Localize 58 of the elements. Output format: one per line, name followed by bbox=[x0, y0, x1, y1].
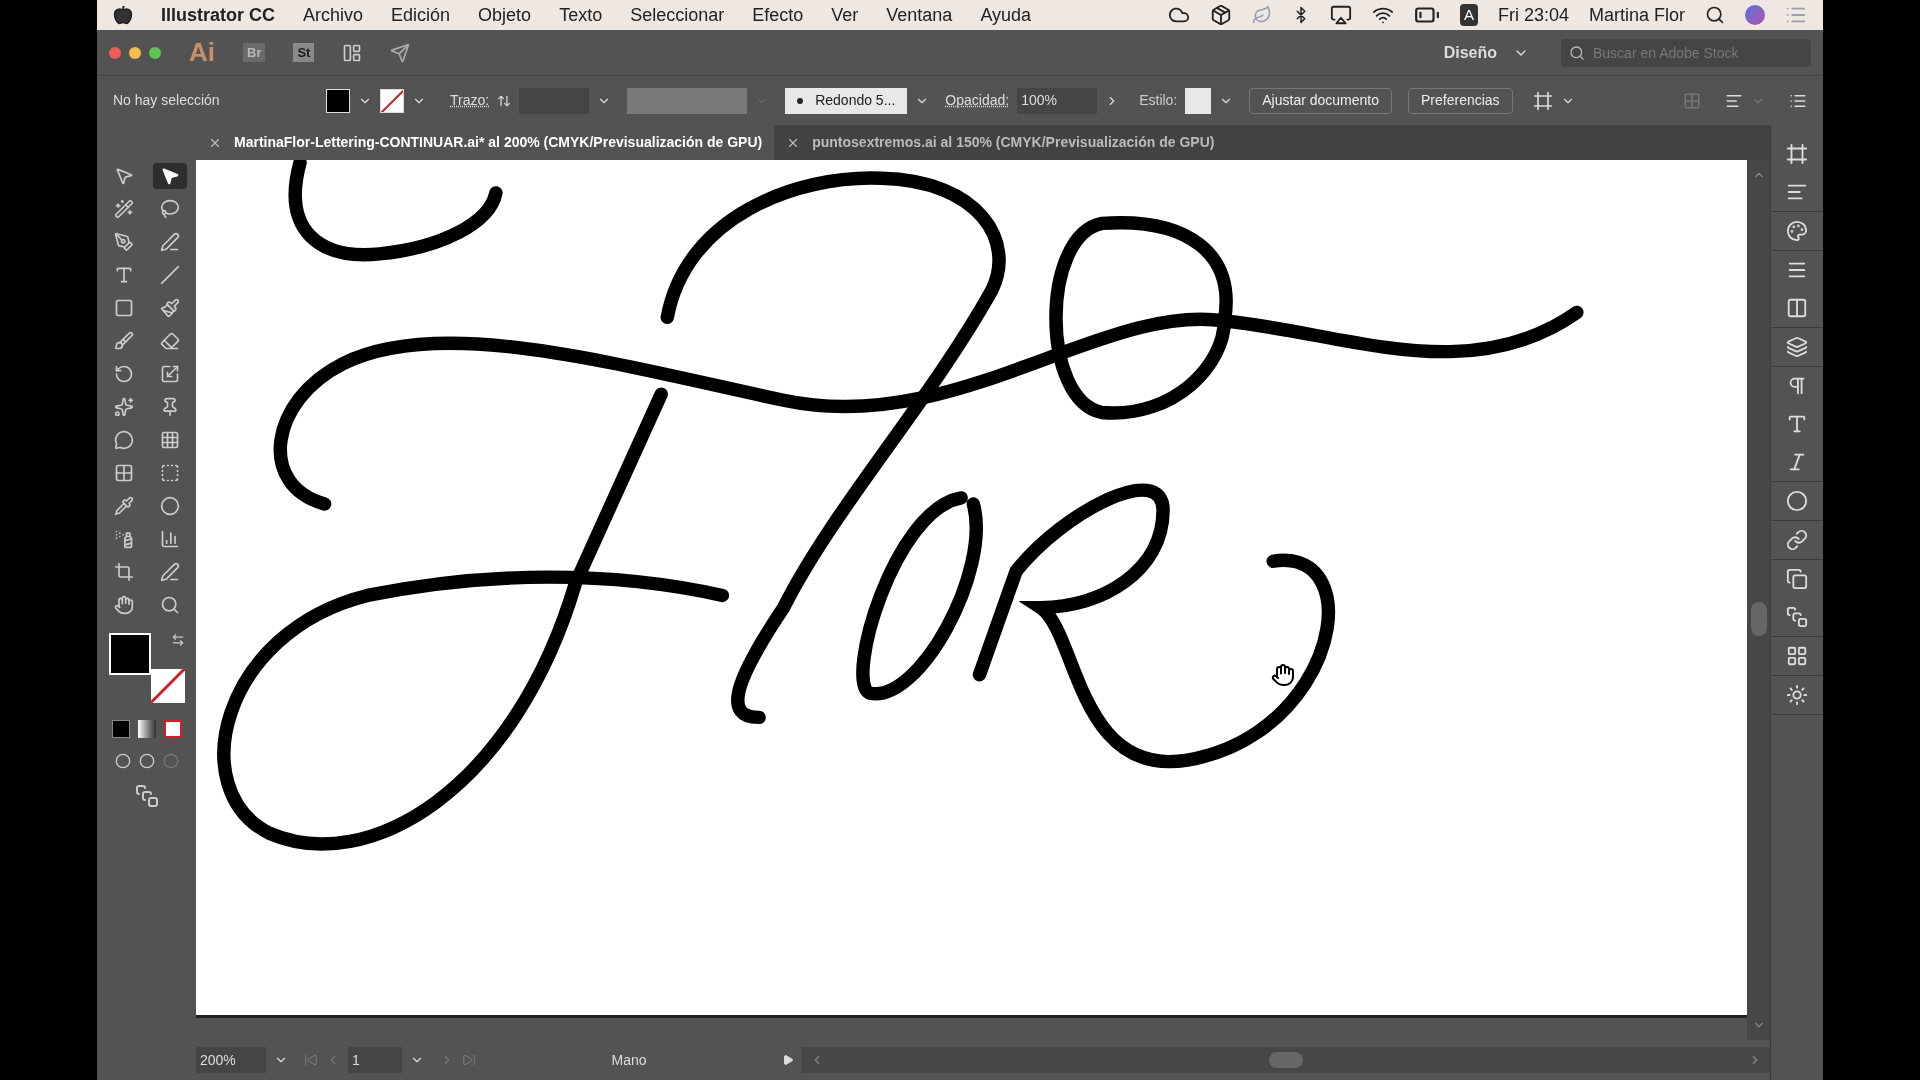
control-button[interactable]: Ajustar documento bbox=[1249, 87, 1392, 114]
minimize-window-button[interactable] bbox=[129, 46, 141, 59]
opacity-field[interactable]: 100% bbox=[1017, 87, 1098, 114]
airplay-icon[interactable] bbox=[1329, 4, 1352, 26]
siri-icon[interactable] bbox=[1745, 5, 1765, 25]
menu-item[interactable]: Texto bbox=[559, 1, 603, 29]
artboard-field[interactable]: 1 bbox=[348, 1047, 402, 1073]
fill-color-swatch[interactable] bbox=[108, 633, 151, 675]
status-menu-icon[interactable] bbox=[782, 1054, 794, 1066]
fill-swatch[interactable] bbox=[326, 88, 350, 113]
stroke-swatch[interactable] bbox=[380, 88, 404, 113]
stroke-color-swatch[interactable] bbox=[150, 669, 185, 703]
stepper-icon[interactable] bbox=[497, 93, 512, 108]
variable-width-field[interactable] bbox=[627, 87, 748, 114]
current-tool-status: Mano bbox=[610, 1050, 648, 1070]
first-artboard-icon bbox=[304, 1053, 318, 1067]
selection-status: No hay selección bbox=[113, 91, 221, 110]
style-swatch[interactable] bbox=[1185, 87, 1212, 114]
style-label: Estilo: bbox=[1139, 91, 1178, 110]
filled-arrow-pointer-icon[interactable] bbox=[152, 163, 187, 189]
scrollbar-thumb[interactable] bbox=[1750, 602, 1767, 636]
link-icon[interactable] bbox=[1786, 529, 1808, 551]
menu-item[interactable]: Ver bbox=[831, 1, 859, 29]
zoom-field[interactable]: 200% bbox=[196, 1047, 266, 1073]
menu-item[interactable]: Objeto bbox=[478, 1, 532, 29]
menu-item[interactable]: Illustrator CC bbox=[161, 1, 275, 29]
workspace-switcher[interactable]: Diseño bbox=[1443, 40, 1497, 65]
brush-dropdown[interactable]: Redondo 5... bbox=[785, 87, 908, 114]
user-name[interactable]: Martina Flor bbox=[1588, 1, 1685, 29]
box-icon[interactable] bbox=[1209, 4, 1232, 26]
layers-icon[interactable] bbox=[1786, 336, 1808, 358]
menu-item[interactable]: Ventana bbox=[886, 1, 953, 29]
document-tab[interactable]: MartinaFlor-Lettering-CONTINUAR.ai* al 200% (CMYK/Previsualización de GPU) bbox=[196, 125, 775, 160]
zoom-window-button[interactable] bbox=[149, 46, 161, 59]
arrange-documents-icon[interactable] bbox=[342, 42, 363, 63]
color-mode-swatch[interactable] bbox=[111, 720, 130, 738]
search-icon[interactable] bbox=[1705, 5, 1725, 25]
last-artboard-icon bbox=[462, 1053, 476, 1067]
swap-icon[interactable] bbox=[170, 633, 185, 647]
horizontal-scrollbar-thumb[interactable] bbox=[1269, 1052, 1303, 1068]
stroke-label: Trazo: bbox=[450, 91, 490, 110]
opacity-label: Opacidad: bbox=[945, 91, 1010, 110]
gradient-mode-swatch[interactable] bbox=[137, 720, 156, 738]
menu-item[interactable]: Seleccionar bbox=[630, 1, 725, 29]
hand-cursor-icon bbox=[1271, 663, 1295, 687]
palette-icon[interactable] bbox=[1786, 220, 1808, 242]
clock[interactable]: Fri 23:04 bbox=[1497, 1, 1569, 29]
menu-item[interactable]: Ayuda bbox=[980, 1, 1032, 29]
input-source-indicator[interactable]: A bbox=[1459, 3, 1478, 27]
control-button[interactable]: Preferencias bbox=[1408, 87, 1513, 114]
search-icon bbox=[1569, 44, 1585, 61]
character-icon[interactable] bbox=[1786, 413, 1808, 435]
menu-item[interactable]: Efecto bbox=[752, 1, 804, 29]
none-mode-swatch[interactable] bbox=[163, 720, 182, 738]
menu-item[interactable]: Edición bbox=[391, 1, 451, 29]
app-badge[interactable]: St bbox=[293, 42, 315, 63]
menu-item[interactable]: Archivo bbox=[303, 1, 364, 29]
apple-icon[interactable] bbox=[113, 5, 133, 25]
